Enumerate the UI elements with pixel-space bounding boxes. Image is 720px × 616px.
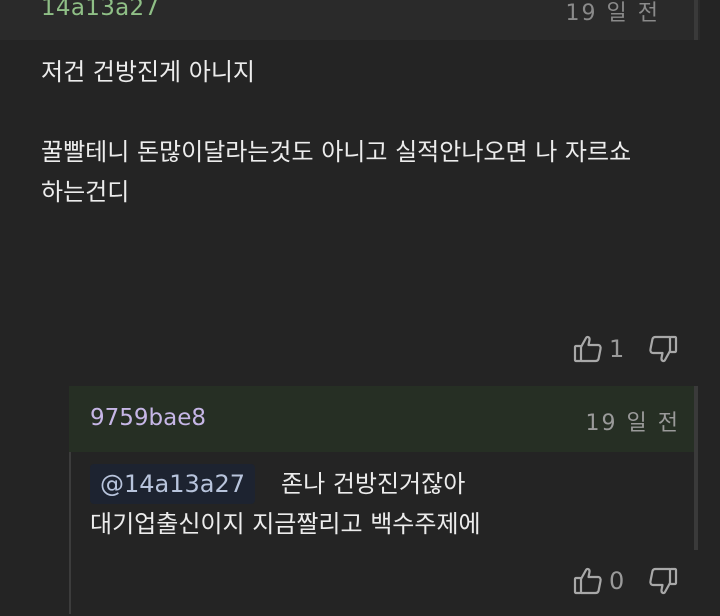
reply-vote-row: 0 [573, 566, 678, 596]
thumbs-down-icon[interactable] [648, 566, 678, 596]
parent-like-count: 1 [609, 335, 625, 363]
reply-author-name[interactable]: 9759bae8 [90, 405, 206, 431]
reply-text-line: 대기업출신이지 지금짤리고 백수주제에 [90, 510, 481, 538]
parent-text-line: 저건 건방진게 아니지 [41, 58, 255, 86]
reply-text: @14a13a27 존나 건방진거잖아 대기업출신이지 지금짤리고 백수주제에 [90, 464, 690, 544]
reply-side-bar [694, 386, 698, 550]
thread-line [694, 0, 698, 40]
reply-timestamp: 19 일 전 [585, 411, 680, 436]
thumbs-up-icon[interactable] [573, 334, 603, 364]
parent-text-line: 꿀빨테니 돈많이달라는것도 아니고 실적안나오면 나 자르쇼 [41, 138, 632, 166]
parent-text-line: 하는건디 [41, 178, 130, 206]
reply-header: 9759bae8 19 일 전 [69, 386, 694, 452]
comment-thread: 14a13a27 19 일 전 저건 건방진게 아니지 꿀빨테니 돈많이달라는것… [0, 0, 720, 616]
parent-vote-row: 1 [573, 334, 678, 364]
reply-like-count: 0 [609, 567, 625, 595]
parent-author-name[interactable]: 14a13a27 [41, 0, 159, 21]
thumbs-up-icon[interactable] [573, 566, 603, 596]
parent-timestamp: 19 일 전 [565, 1, 660, 26]
thumbs-down-icon[interactable] [648, 334, 678, 364]
parent-comment-header: 14a13a27 19 일 전 [0, 0, 700, 40]
reply-text-line: 존나 건방진거잖아 [281, 470, 466, 498]
mention-tag[interactable]: @14a13a27 [90, 464, 256, 504]
parent-comment-text: 저건 건방진게 아니지 꿀빨테니 돈많이달라는것도 아니고 실적안나오면 나 자… [41, 52, 701, 212]
